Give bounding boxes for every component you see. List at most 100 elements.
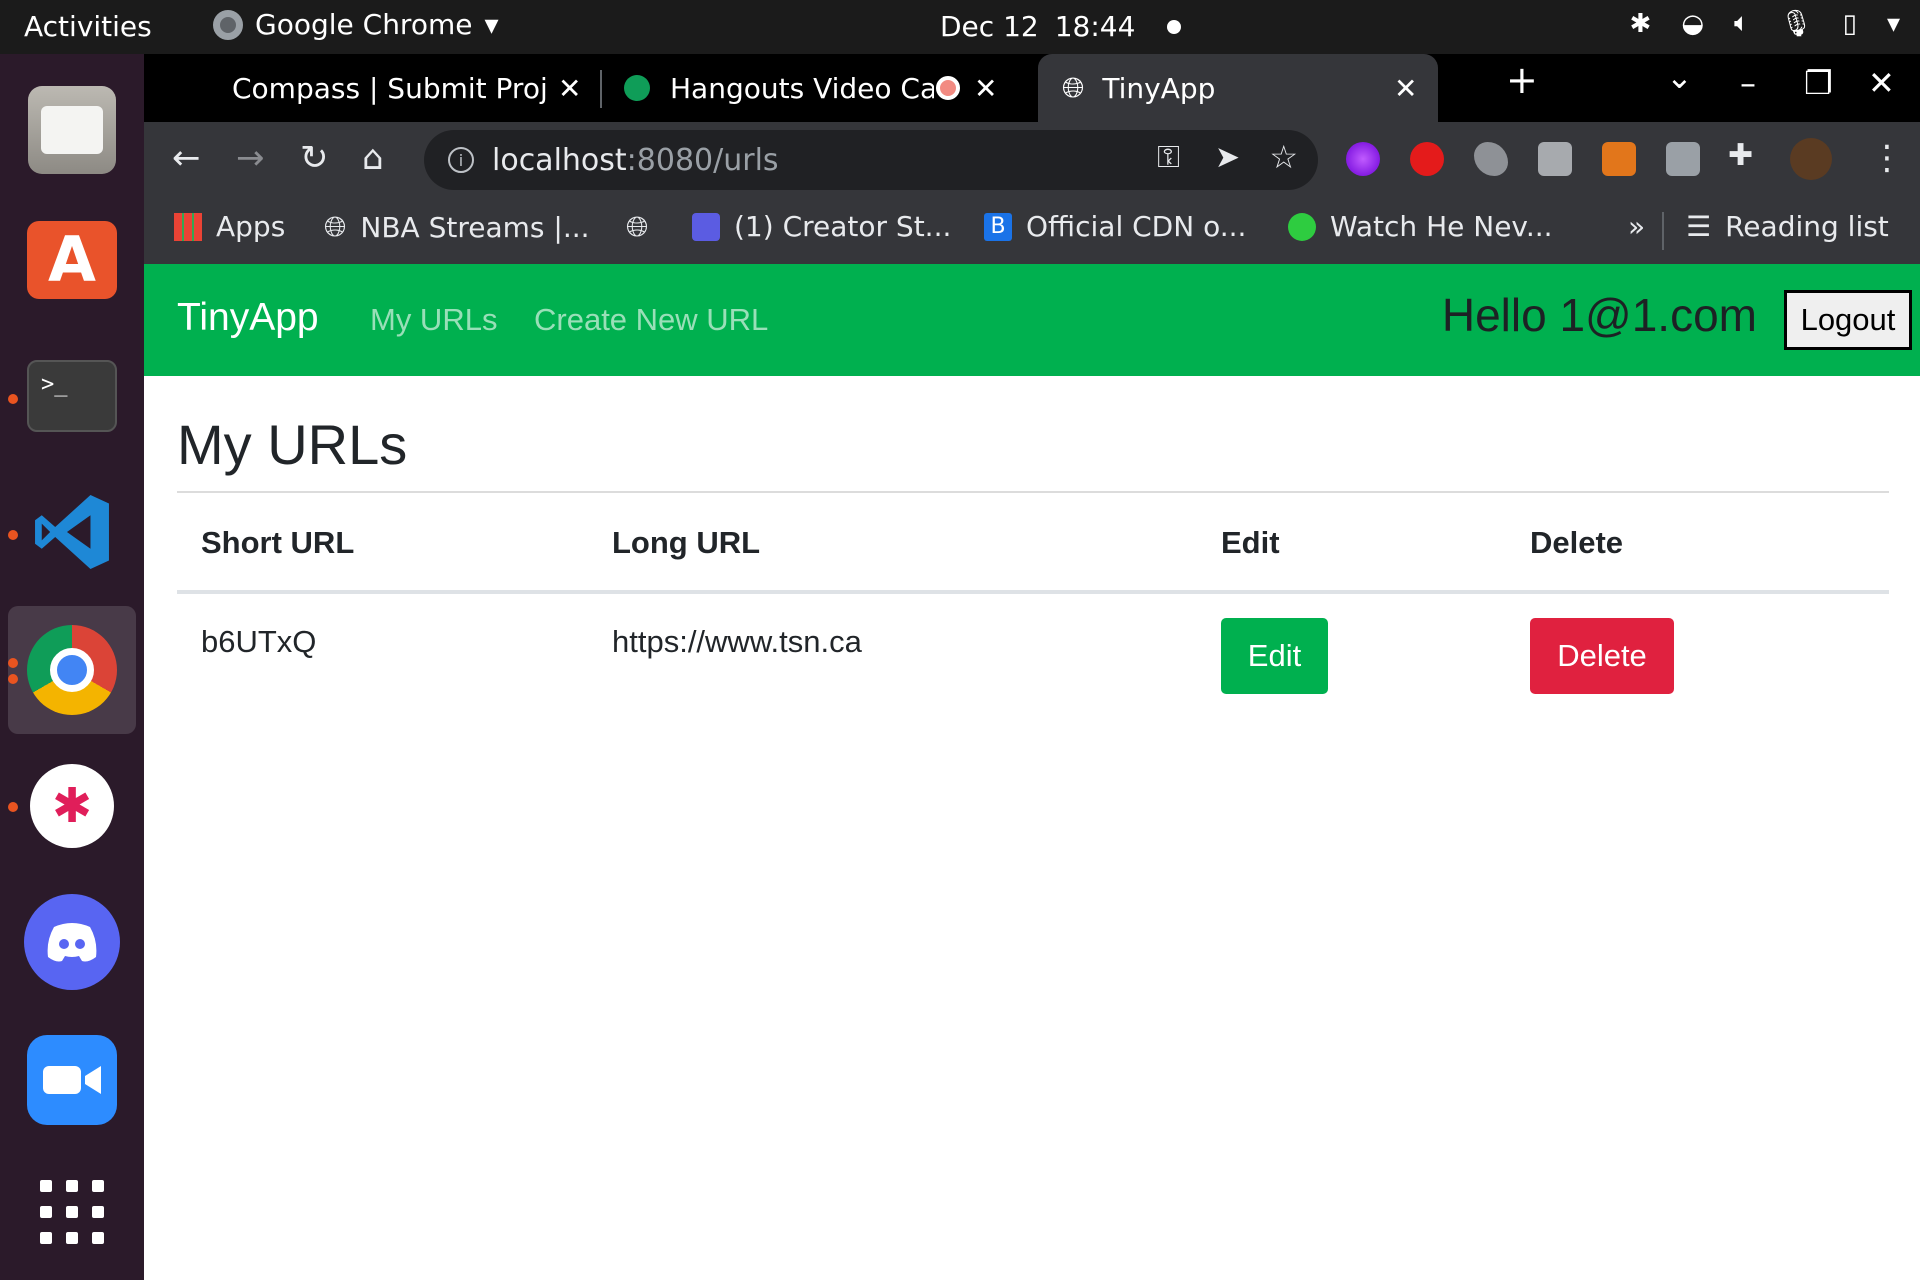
dock-zoom[interactable] [24,1032,120,1128]
new-tab-button[interactable]: + [1506,58,1538,102]
bookmark-watch[interactable]: Watch He Nev... [1288,210,1553,243]
maximize-button[interactable]: ❐ [1804,64,1833,102]
vscode-icon [35,495,109,569]
bookmark-star-icon[interactable]: ☆ [1269,138,1298,176]
send-tab-icon[interactable]: ➤ [1215,140,1240,175]
activities-button[interactable]: Activities [24,10,152,43]
urls-table: Short URL Long URL Edit Delete b6UTxQ ht… [177,496,1889,702]
clock-time: 18:44 [1054,10,1136,43]
browser-toolbar: ← → ↻ ⌂ i localhost:8080/urls ⚿ ➤ ☆ ✚ ⋮ [144,122,1920,198]
terminal-icon: >_ [27,360,117,432]
bookmark-apps[interactable]: Apps [174,210,285,243]
nav-create-new-url[interactable]: Create New URL [534,302,768,338]
avatar[interactable] [1790,138,1832,180]
dock-discord[interactable] [24,894,120,990]
header-delete: Delete [1506,496,1889,594]
dock-files[interactable] [24,82,120,178]
apps-grid-icon [174,212,202,241]
logout-button[interactable]: Logout [1784,290,1912,350]
more-bookmarks-button[interactable]: » [1628,210,1645,243]
bookmark-official-cdn[interactable]: B Official CDN o... [984,210,1246,243]
slack-tray-icon[interactable]: ✱ [1630,9,1652,39]
extension-purple-icon[interactable] [1346,142,1380,176]
address-bar[interactable]: i localhost:8080/urls ⚿ ➤ ☆ [424,130,1318,190]
brand-link[interactable]: TinyApp [177,296,319,340]
bookmark-label: (1) Creator St... [734,210,952,243]
tab-divider [600,70,602,108]
dock-software-store[interactable]: A [24,204,120,300]
forward-button[interactable]: → [236,138,265,178]
reload-button[interactable]: ↻ [300,138,329,178]
wifi-icon[interactable]: ◒ [1681,9,1704,39]
header-short-url: Short URL [177,496,588,594]
dock-terminal[interactable]: >_ [24,348,120,444]
extensions-puzzle-icon[interactable]: ✚ [1728,138,1753,173]
battery-icon[interactable]: ▯ [1843,9,1857,39]
tab-title: Hangouts Video Ca [670,71,934,105]
reading-list-icon: ☰ [1686,210,1712,243]
globe-icon: 🌐︎ [324,210,347,243]
adblock-icon[interactable] [1410,142,1444,176]
running-indicator [8,658,18,668]
key-icon[interactable]: ⚿ [1157,140,1180,175]
delete-button[interactable]: Delete [1530,618,1674,694]
home-button[interactable]: ⌂ [362,138,384,178]
system-menu-chevron-icon[interactable]: ▾ [1887,9,1900,39]
minimize-button[interactable]: – [1740,64,1756,102]
edit-button[interactable]: Edit [1221,618,1328,694]
watch-site-icon [1288,212,1316,241]
short-url-cell: b6UTxQ [201,624,317,659]
system-tray[interactable]: ✱ ◒ 🔈︎ 🎙︎ ▯ ▾ [1630,8,1900,39]
creator-studio-icon [692,212,720,241]
chrome-menu-icon[interactable]: ⋮ [1870,138,1904,178]
extension-k-icon[interactable] [1538,142,1572,176]
site-info-icon[interactable]: i [448,147,474,173]
bookmark-nba-streams[interactable]: 🌐︎ NBA Streams |... [324,210,590,244]
header-edit: Edit [1197,496,1506,594]
url-path: :8080/urls [626,142,779,178]
dock: A >_ ✱ [0,54,144,1280]
tab-close-icon[interactable]: ✕ [1394,72,1417,105]
table-row: b6UTxQ https://www.tsn.ca Edit Delete [177,592,1889,702]
globe-icon: 🌐︎ [626,210,649,243]
bookmarks-divider [1662,212,1664,250]
extension-gray-icon[interactable] [1474,142,1508,176]
code-extension-icon[interactable] [1666,142,1700,176]
app-grid-icon [40,1180,104,1244]
running-indicator [8,802,18,812]
chrome-icon [27,625,117,715]
bookmark-globe[interactable]: 🌐︎ [626,210,662,244]
page-title: My URLs [177,413,408,476]
nav-my-urls[interactable]: My URLs [370,302,497,338]
back-button[interactable]: ← [172,138,201,178]
metamask-icon[interactable] [1602,142,1636,176]
tab-close-icon[interactable]: ✕ [974,72,997,105]
tab-hangouts[interactable]: Hangouts Video Ca ✕ [624,54,1024,122]
volume-icon[interactable]: 🔈︎ [1734,8,1750,39]
dock-slack[interactable]: ✱ [24,758,120,854]
bookmark-label: Watch He Nev... [1330,210,1553,243]
web-page: TinyApp My URLs Create New URL Hello 1@1… [144,264,1920,1280]
tab-strip: Compass | Submit Proje ✕ Hangouts Video … [144,54,1920,122]
tab-tinyapp[interactable]: 🌐︎ TinyApp ✕ [1038,54,1438,122]
running-indicator [8,394,18,404]
tab-search-icon[interactable]: ⌄ [1666,58,1693,96]
clock[interactable]: Dec 12 18:44 [940,10,1182,43]
tab-title: TinyApp [1102,71,1216,105]
close-window-button[interactable]: ✕ [1868,64,1895,102]
clock-date: Dec 12 [940,10,1039,43]
slack-icon: ✱ [30,764,114,848]
url-host: localhost [492,142,627,178]
dock-chrome[interactable] [8,606,136,734]
microphone-icon[interactable]: 🎙︎ [1780,9,1813,39]
reading-list-button[interactable]: ☰ Reading list [1686,210,1889,243]
title-divider [177,491,1889,493]
bookmark-creator-studio[interactable]: (1) Creator St... [692,210,951,243]
dock-app-grid[interactable] [24,1164,120,1260]
tab-close-icon[interactable]: ✕ [558,72,581,105]
app-menu[interactable]: Google Chrome ▾ [213,8,499,41]
table-header-row: Short URL Long URL Edit Delete [177,496,1889,594]
notification-dot-icon [1167,19,1182,34]
edit-cell: Edit [1197,592,1506,702]
dock-vscode[interactable] [24,484,120,580]
